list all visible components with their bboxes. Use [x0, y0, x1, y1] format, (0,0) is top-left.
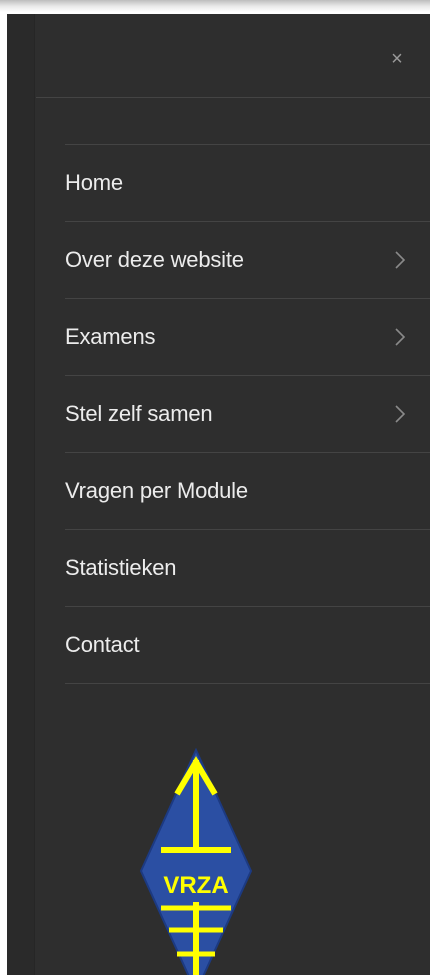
menu-item-stel-zelf-samen[interactable]: Stel zelf samen: [65, 376, 430, 453]
menu-item-examens[interactable]: Examens: [65, 299, 430, 376]
menu-item-label: Stel zelf samen: [65, 401, 213, 426]
menu-item-statistieken[interactable]: Statistieken: [65, 530, 430, 607]
menu-item-label: Statistieken: [65, 555, 177, 580]
offcanvas-menu-panel: × Home Over deze website Examens Stel zelf …: [7, 14, 430, 975]
main-menu: Home Over deze website Examens Stel zelf sa…: [65, 144, 430, 684]
menu-item-vragen-per-module[interactable]: Vragen per Module: [65, 453, 430, 530]
menu-item-over-deze-website[interactable]: Over deze website: [65, 222, 430, 299]
chevron-right-icon[interactable]: [394, 327, 406, 347]
panel-edge-rail: [7, 14, 35, 975]
menu-item-label: Contact: [65, 632, 140, 657]
menu-item-contact[interactable]: Contact: [65, 607, 430, 684]
header-divider: [36, 97, 430, 98]
menu-item-label: Vragen per Module: [65, 478, 248, 503]
close-icon[interactable]: ×: [388, 48, 406, 70]
menu-item-label: Over deze website: [65, 247, 244, 272]
top-shade: [0, 0, 430, 14]
menu-item-home[interactable]: Home: [65, 145, 430, 222]
logo-text: VRZA: [163, 872, 228, 899]
chevron-right-icon[interactable]: [394, 250, 406, 270]
chevron-right-icon[interactable]: [394, 404, 406, 424]
vrza-logo: VRZA: [137, 742, 255, 975]
menu-item-label: Home: [65, 170, 123, 195]
menu-item-label: Examens: [65, 324, 156, 349]
